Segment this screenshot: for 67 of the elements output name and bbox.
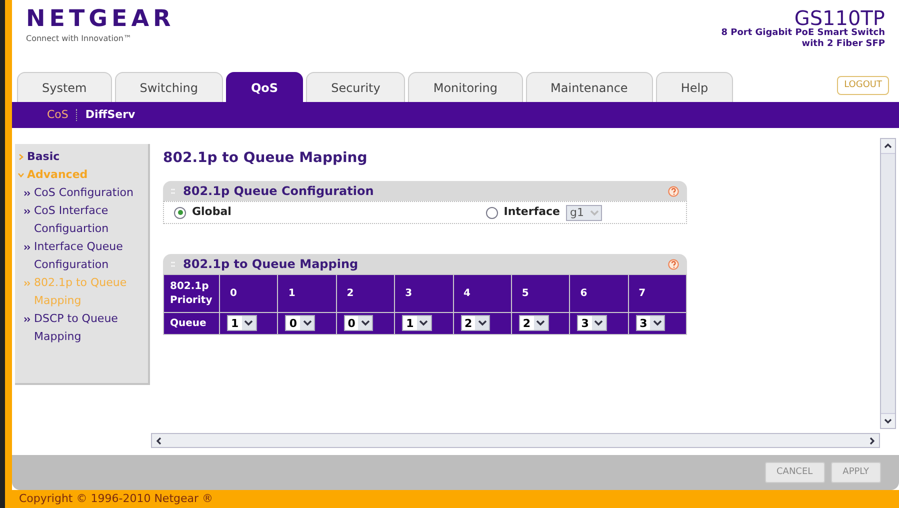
table-header-cell: 5 bbox=[511, 274, 570, 312]
horizontal-scrollbar[interactable] bbox=[151, 433, 880, 448]
chevron-down-icon bbox=[536, 320, 546, 326]
double-chevron-icon bbox=[24, 209, 30, 214]
help-icon[interactable] bbox=[668, 186, 679, 196]
table-row-header: Queue bbox=[164, 312, 220, 334]
model-description: with 2 Fiber SFP bbox=[802, 39, 885, 50]
double-chevron-icon bbox=[24, 317, 30, 322]
queue-select[interactable]: 0 bbox=[285, 315, 316, 332]
queue-select[interactable]: 2 bbox=[460, 315, 490, 332]
queue-select[interactable]: 1 bbox=[402, 315, 432, 332]
chevron-down-icon bbox=[594, 320, 604, 326]
table-header-cell: 6 bbox=[570, 274, 628, 312]
sidebar-subitem[interactable]: CoS Configuration bbox=[34, 184, 136, 202]
subnav-link[interactable]: CoS bbox=[47, 106, 68, 124]
queue-select[interactable]: 2 bbox=[518, 315, 549, 332]
logo: NETGEAR bbox=[26, 8, 175, 31]
radio-button[interactable] bbox=[486, 206, 498, 218]
nav-tab[interactable]: Switching bbox=[114, 72, 223, 102]
queue-select[interactable]: 0 bbox=[344, 315, 374, 332]
page-title: 802.1p to Queue Mapping bbox=[163, 149, 368, 168]
table-header-cell: 4 bbox=[453, 274, 512, 312]
table-header-cell: 7 bbox=[628, 274, 686, 312]
nav-tab[interactable]: Security bbox=[306, 72, 406, 102]
chevron-down-icon bbox=[360, 320, 370, 326]
scroll-up-icon[interactable] bbox=[884, 142, 892, 150]
chevron-down-icon bbox=[302, 320, 312, 326]
subnav-link[interactable]: DiffServ bbox=[85, 106, 136, 124]
sidebar-subitem[interactable]: DSCP to Queue Mapping bbox=[34, 310, 145, 346]
double-chevron-icon bbox=[24, 191, 30, 196]
queue-select[interactable]: 3 bbox=[577, 315, 607, 332]
queue-select[interactable]: 1 bbox=[227, 315, 257, 332]
chevron-down-icon bbox=[419, 320, 428, 326]
radio-label: Interface bbox=[504, 204, 560, 220]
scroll-down-icon[interactable] bbox=[884, 417, 892, 425]
model-name: GS110TP bbox=[794, 8, 885, 28]
tagline: Connect with Innovation™ bbox=[26, 33, 132, 45]
scroll-left-icon[interactable] bbox=[155, 436, 163, 444]
double-chevron-icon bbox=[24, 245, 30, 250]
table-header-cell: 3 bbox=[394, 274, 453, 312]
double-chevron-icon bbox=[24, 281, 30, 286]
sidebar-item[interactable]: Basic bbox=[27, 148, 60, 166]
chevron-down-icon bbox=[478, 320, 487, 326]
table-header-cell: 2 bbox=[336, 274, 395, 312]
radio-label: Global bbox=[192, 204, 232, 220]
panel-title: 802.1p Queue Configuration bbox=[183, 183, 374, 200]
chevron-down-icon bbox=[244, 320, 254, 326]
help-icon[interactable] bbox=[668, 258, 679, 270]
table-header-cell: 802.1p Priority bbox=[164, 274, 220, 312]
nav-tab[interactable]: Monitoring bbox=[408, 72, 523, 102]
copyright-text: Copyright © 1996-2010 Netgear ® bbox=[19, 490, 214, 507]
queue-select[interactable]: 3 bbox=[636, 315, 666, 332]
radio-button[interactable] bbox=[174, 206, 186, 218]
sidebar-subitem[interactable]: Interface Queue Configuration bbox=[34, 238, 145, 274]
nav-tab[interactable]: Maintenance bbox=[526, 72, 653, 102]
vertical-scrollbar[interactable] bbox=[880, 138, 896, 429]
table-header-cell: 0 bbox=[220, 274, 278, 312]
scroll-right-icon[interactable] bbox=[868, 436, 876, 444]
model-description: 8 Port Gigabit PoE Smart Switch bbox=[721, 28, 885, 39]
table-header-cell: 1 bbox=[278, 274, 336, 312]
chevron-down-icon bbox=[652, 320, 662, 326]
sidebar-subitem[interactable]: CoS Interface Configuartion bbox=[34, 202, 145, 238]
nav-tab[interactable]: QoS bbox=[226, 72, 304, 102]
chevron-down-icon bbox=[590, 210, 598, 216]
nav-tab[interactable]: Help bbox=[656, 72, 734, 102]
panel-title: 802.1p to Queue Mapping bbox=[183, 256, 358, 273]
nav-tab[interactable]: System bbox=[17, 72, 112, 102]
